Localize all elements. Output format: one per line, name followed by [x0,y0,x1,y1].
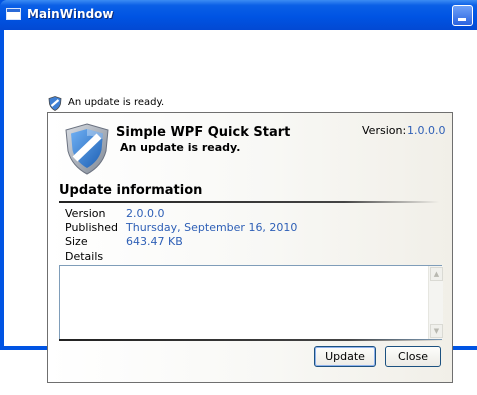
minimize-icon [458,18,466,21]
published-label: Published [65,221,118,234]
desktop: MainWindow An update is ready. Simple WP… [0,0,477,395]
scroll-up-icon[interactable]: ▲ [430,267,443,281]
size-label: Size [65,235,88,248]
published-value: Thursday, September 16, 2010 [126,221,298,234]
size-value: 643.47 KB [126,235,183,248]
title-bar[interactable]: MainWindow [0,0,477,30]
details-label: Details [65,250,104,263]
footer-divider [59,339,444,341]
details-scrollbar[interactable]: ▲ ▼ [428,266,443,339]
close-button[interactable]: Close [385,346,441,367]
update-notice-text[interactable]: An update is ready. [68,97,164,108]
window-icon [6,8,21,20]
shield-icon [65,123,109,175]
shield-icon [48,96,62,111]
version-label: Version [65,207,106,220]
heading-divider [59,201,439,203]
details-textarea[interactable] [59,265,442,340]
minimize-button[interactable] [452,5,473,26]
scroll-down-icon[interactable]: ▼ [430,324,443,338]
update-button[interactable]: Update [314,346,376,367]
app-name: Simple WPF Quick Start [116,125,291,140]
window-title: MainWindow [27,7,114,21]
update-popup: Simple WPF Quick Start An update is read… [47,112,453,383]
current-version-label: Version: [362,124,407,137]
update-subtitle: An update is ready. [120,141,241,154]
version-value: 2.0.0.0 [126,207,165,220]
current-version-value: 1.0.0.0 [407,124,446,137]
update-info-heading: Update information [59,183,203,198]
